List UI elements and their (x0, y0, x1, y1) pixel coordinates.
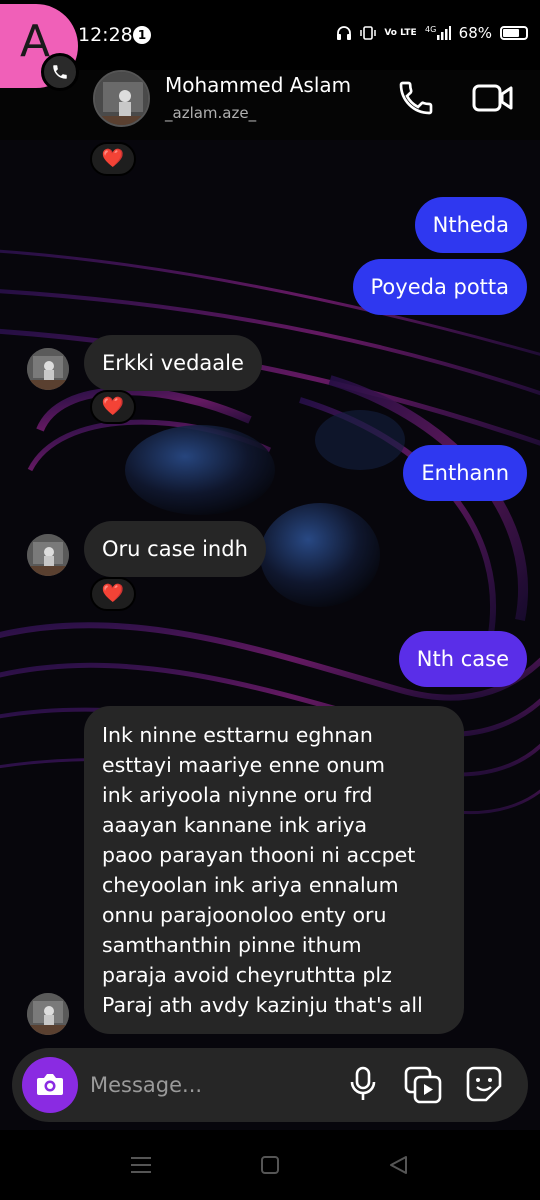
sender-avatar[interactable] (27, 348, 69, 390)
message-reaction[interactable]: ❤️ (90, 577, 136, 611)
heart-reaction-icon: ❤️ (101, 583, 125, 604)
message-text-line: paraja avoid cheyruthtta plz (102, 963, 392, 987)
headset-icon (337, 26, 352, 40)
outgoing-message[interactable]: Poyeda potta (352, 259, 527, 315)
outgoing-message[interactable]: Ntheda (414, 197, 527, 253)
microphone-icon (350, 1066, 376, 1100)
chat-header: Mohammed Aslam _azlam.aze_ (0, 62, 540, 140)
outgoing-message[interactable]: Nth case (398, 631, 527, 687)
message-text-line: Ink ninne esttarnu eghnan (102, 723, 373, 747)
message-input[interactable] (90, 1068, 320, 1102)
contact-photo-icon (95, 72, 148, 125)
contact-name[interactable]: Mohammed Aslam (165, 73, 351, 97)
message-text-line: onnu parajoonoloo enty oru (102, 903, 387, 927)
message-text: Enthann (421, 461, 509, 485)
status-time: 12:28 (78, 24, 133, 46)
video-call-button[interactable] (471, 78, 515, 118)
message-text-line: cheyoolan ink ariya ennalum (102, 873, 399, 897)
voice-message-button[interactable] (348, 1066, 378, 1104)
status-icons: Vo LTE 4G 68% (336, 24, 528, 42)
message-reaction[interactable]: ❤️ (90, 390, 136, 424)
sender-avatar[interactable] (27, 993, 69, 1035)
message-reaction[interactable]: ❤️ (90, 142, 136, 176)
message-text: Poyeda potta (370, 275, 510, 299)
back-triangle-icon (390, 1156, 407, 1174)
message-text: Nth case (416, 647, 509, 671)
message-text-line: paoo parayan thooni ni accpet (102, 843, 416, 867)
contact-handle[interactable]: _azlam.aze_ (165, 104, 256, 122)
battery-icon (500, 26, 528, 40)
incoming-message[interactable]: Erkki vedaale (84, 335, 262, 391)
camera-button[interactable] (22, 1057, 78, 1113)
svg-text:4G: 4G (425, 25, 436, 34)
phone-icon (53, 65, 67, 79)
back-button[interactable] (386, 1152, 416, 1178)
message-text: Oru case indh (102, 537, 248, 561)
sender-photo-icon (27, 993, 69, 1035)
home-button[interactable] (257, 1152, 287, 1178)
incoming-message[interactable]: Oru case indh (84, 521, 266, 577)
phone-icon (399, 81, 433, 115)
battery-percent: 68% (458, 24, 492, 42)
sender-photo-icon (27, 348, 69, 390)
recent-apps-button[interactable] (128, 1152, 158, 1178)
volte-label: Vo LTE (384, 27, 417, 38)
contact-avatar[interactable] (93, 70, 150, 127)
gallery-icon (404, 1066, 442, 1104)
signal-icon: 4G (425, 25, 451, 40)
notification-count-badge: 1 (133, 26, 151, 44)
sender-photo-icon (27, 534, 69, 576)
vibrate-icon (360, 26, 377, 40)
message-text: Erkki vedaale (102, 351, 244, 375)
heart-reaction-icon: ❤️ (101, 148, 125, 169)
square-icon (261, 1156, 279, 1174)
sticker-button[interactable] (466, 1066, 502, 1102)
sender-avatar[interactable] (27, 534, 69, 576)
message-text-line: Paraj ath avdy kazinju that's all (102, 993, 423, 1017)
incoming-message[interactable]: Ink ninne esttarnu eghnan esttayi maariy… (84, 706, 464, 1034)
system-navigation-bar (0, 1130, 540, 1200)
heart-reaction-icon: ❤️ (101, 396, 125, 417)
message-composer (12, 1048, 528, 1122)
camera-icon (37, 1074, 63, 1095)
message-text-line: samthanthin pinne ithum (102, 933, 362, 957)
outgoing-message[interactable]: Enthann (403, 445, 527, 501)
message-text-line: ink ariyoola niynne oru frd (102, 783, 373, 807)
voice-call-button[interactable] (396, 78, 436, 118)
battery-level-fill (503, 29, 520, 37)
ongoing-call-badge[interactable] (41, 53, 79, 91)
sticker-icon (466, 1066, 502, 1102)
menu-icon (131, 1157, 151, 1173)
gallery-button[interactable] (404, 1066, 442, 1104)
message-text-line: esttayi maariye enne onum (102, 753, 385, 777)
message-text: Ntheda (432, 213, 509, 237)
video-camera-icon (472, 84, 513, 112)
message-text-line: aaayan kannane ink ariya (102, 813, 368, 837)
status-bar: 12:28 1 Vo LTE 4G 68% (0, 0, 540, 70)
